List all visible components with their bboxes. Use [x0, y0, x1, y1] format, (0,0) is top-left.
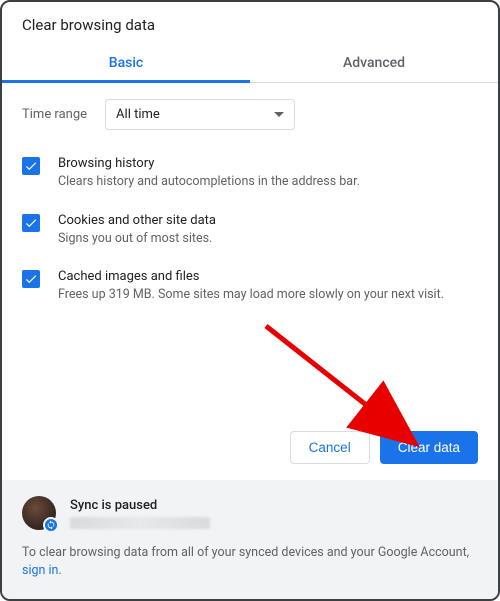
time-range-select[interactable]: All time: [105, 99, 295, 130]
tab-advanced[interactable]: Advanced: [250, 44, 498, 82]
option-desc: Signs you out of most sites.: [58, 230, 478, 248]
option-text: Cached images and files Frees up 319 MB.…: [58, 269, 478, 304]
tabs: Basic Advanced: [2, 44, 498, 83]
footer-note-period: .: [58, 563, 61, 578]
option-title: Cookies and other site data: [58, 213, 478, 228]
option-text: Cookies and other site data Signs you ou…: [58, 213, 478, 248]
cancel-button[interactable]: Cancel: [290, 431, 370, 464]
sync-status-row[interactable]: Sync is paused: [22, 496, 478, 530]
option-browsing-history: Browsing history Clears history and auto…: [22, 156, 478, 191]
checkmark-icon: [24, 216, 38, 230]
checkbox-cookies[interactable]: [22, 214, 40, 232]
time-range-value: All time: [116, 107, 160, 122]
option-desc: Clears history and autocompletions in th…: [58, 173, 478, 191]
footer-note-text: To clear browsing data from all of your …: [22, 545, 469, 560]
sync-email-redacted: [70, 517, 210, 529]
dialog-body: Time range All time Browsing history Cle…: [2, 83, 498, 421]
sync-text: Sync is paused: [70, 496, 478, 530]
button-label: Clear data: [398, 440, 460, 455]
checkmark-icon: [24, 159, 38, 173]
checkbox-cache[interactable]: [22, 270, 40, 288]
dialog-actions: Cancel Clear data: [2, 421, 498, 480]
option-title: Browsing history: [58, 156, 478, 171]
tab-label: Advanced: [343, 55, 405, 71]
sign-in-link[interactable]: sign in: [22, 563, 58, 578]
clear-browsing-data-dialog: Clear browsing data Basic Advanced Time …: [0, 0, 500, 601]
sync-status-title: Sync is paused: [70, 496, 478, 516]
checkbox-browsing-history[interactable]: [22, 157, 40, 175]
tab-label: Basic: [109, 55, 143, 71]
button-label: Cancel: [309, 440, 351, 455]
option-desc: Frees up 319 MB. Some sites may load mor…: [58, 286, 478, 304]
dialog-title: Clear browsing data: [2, 2, 498, 44]
footer-note: To clear browsing data from all of your …: [22, 544, 478, 582]
clear-data-button[interactable]: Clear data: [380, 431, 478, 464]
option-text: Browsing history Clears history and auto…: [58, 156, 478, 191]
time-range-row: Time range All time: [22, 99, 478, 130]
checkmark-icon: [24, 272, 38, 286]
chevron-down-icon: [274, 112, 284, 117]
tab-basic[interactable]: Basic: [2, 44, 250, 82]
sync-paused-icon: [43, 517, 59, 533]
option-cookies: Cookies and other site data Signs you ou…: [22, 213, 478, 248]
option-title: Cached images and files: [58, 269, 478, 284]
dialog-footer: Sync is paused To clear browsing data fr…: [2, 480, 498, 600]
time-range-label: Time range: [22, 107, 87, 122]
avatar-wrap: [22, 496, 56, 530]
option-cache: Cached images and files Frees up 319 MB.…: [22, 269, 478, 304]
